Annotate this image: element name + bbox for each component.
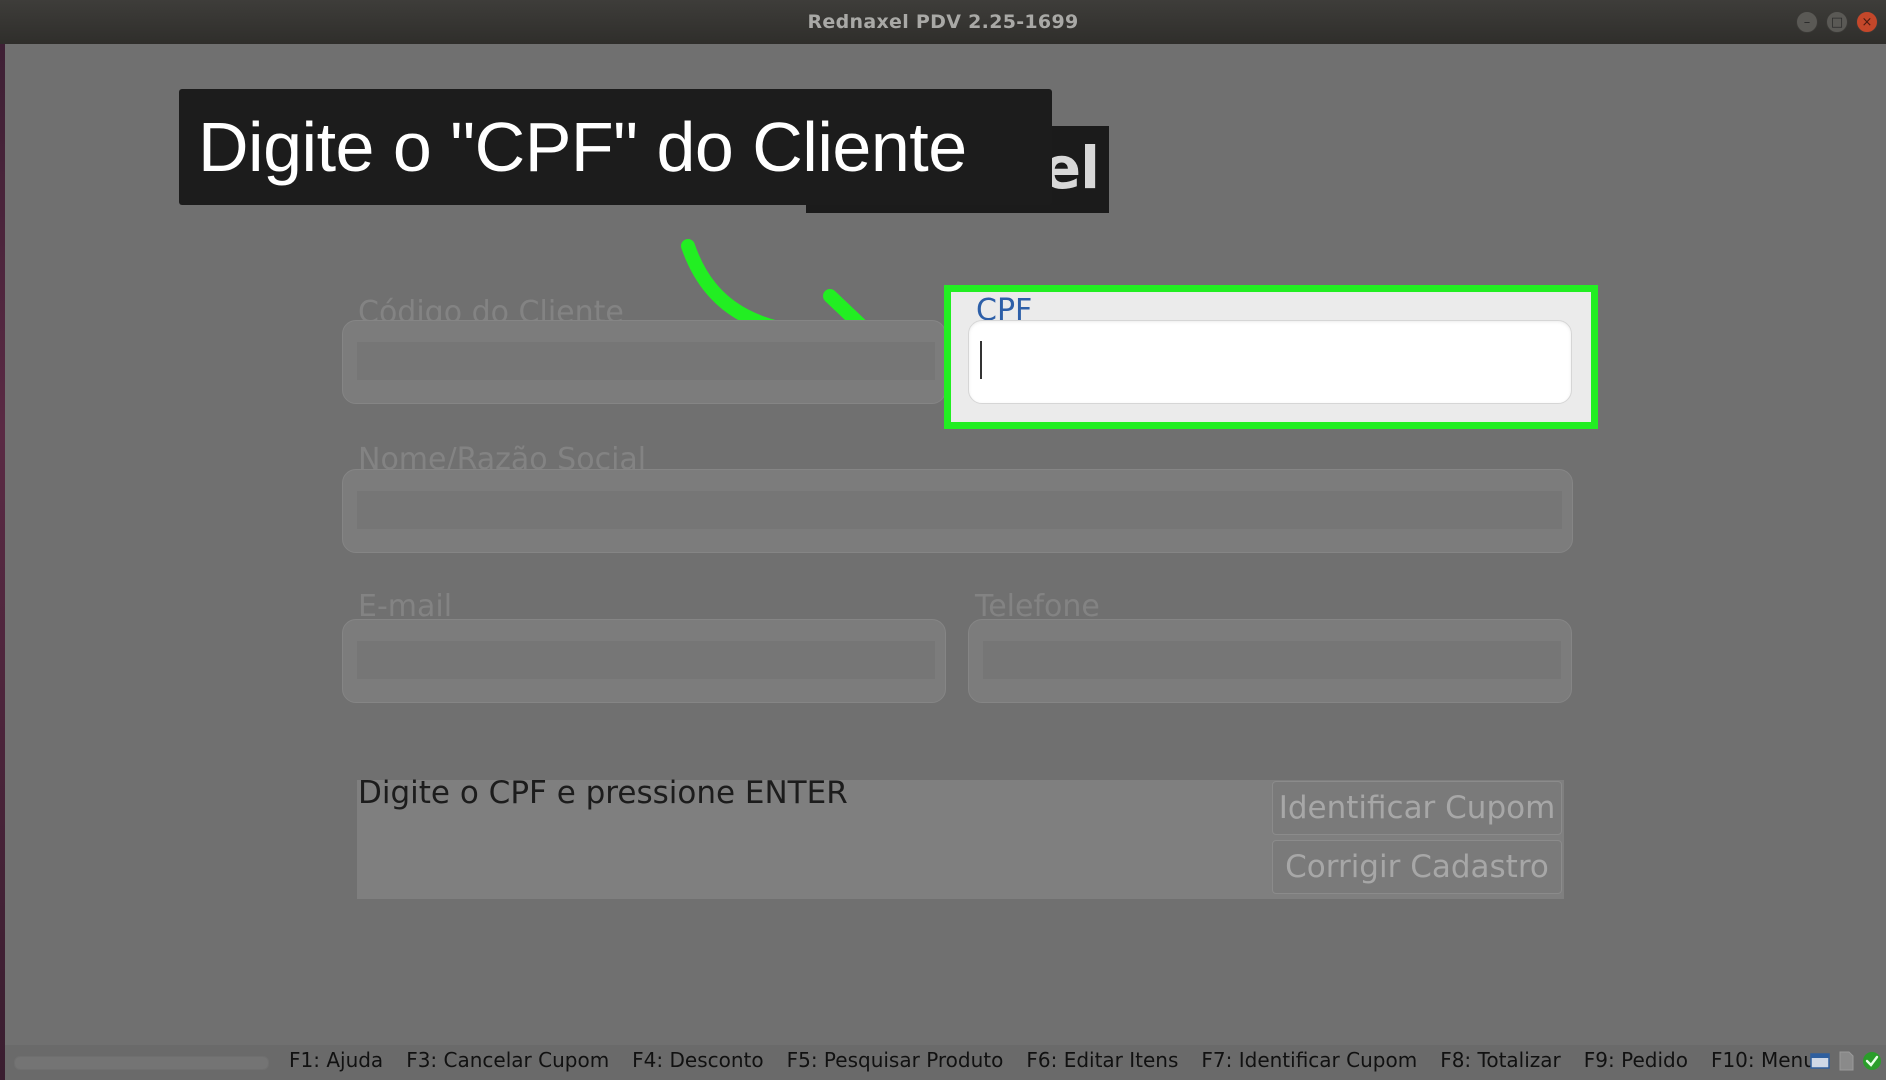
window-titlebar[interactable]: Rednaxel PDV 2.25-1699 – □ ×: [0, 0, 1886, 44]
shortcut-f10[interactable]: F10: Menu: [1711, 1048, 1816, 1072]
shortcut-f4[interactable]: F4: Desconto: [632, 1048, 763, 1072]
window-icon[interactable]: [1810, 1051, 1830, 1071]
maximize-button[interactable]: □: [1826, 11, 1848, 33]
cpf-field[interactable]: [968, 320, 1572, 404]
status-progress-bar: [14, 1056, 269, 1070]
instruction-message: Digite o CPF e pressione ENTER: [358, 775, 848, 811]
tutorial-callout-text: Digite o "CPF" do Cliente: [198, 108, 967, 186]
check-ok-icon[interactable]: [1862, 1051, 1882, 1071]
window-title: Rednaxel PDV 2.25-1699: [807, 11, 1079, 33]
nome-razao-social-field[interactable]: [342, 469, 1573, 553]
codigo-cliente-input[interactable]: [357, 342, 935, 380]
status-tray: [1810, 1051, 1882, 1071]
status-bar: F1: Ajuda F3: Cancelar Cupom F4: Descont…: [5, 1045, 1886, 1080]
window-controls: – □ ×: [1796, 11, 1878, 33]
text-cursor: [980, 341, 982, 379]
shortcut-f3[interactable]: F3: Cancelar Cupom: [406, 1048, 609, 1072]
page-icon[interactable]: [1836, 1051, 1856, 1071]
codigo-cliente-field[interactable]: [342, 320, 946, 404]
email-input[interactable]: [357, 641, 935, 679]
close-button[interactable]: ×: [1856, 11, 1878, 33]
telefone-field[interactable]: [968, 619, 1572, 703]
shortcut-f5[interactable]: F5: Pesquisar Produto: [787, 1048, 1004, 1072]
identificar-cupom-button[interactable]: Identificar Cupom: [1272, 781, 1562, 835]
corrigir-cadastro-button[interactable]: Corrigir Cadastro: [1272, 840, 1562, 894]
tutorial-callout: Digite o "CPF" do Cliente: [179, 89, 1052, 205]
email-field[interactable]: [342, 619, 946, 703]
shortcut-f7[interactable]: F7: Identificar Cupom: [1201, 1048, 1417, 1072]
shortcut-f9[interactable]: F9: Pedido: [1584, 1048, 1688, 1072]
nome-razao-social-input[interactable]: [357, 491, 1562, 529]
shortcut-f6[interactable]: F6: Editar Itens: [1026, 1048, 1178, 1072]
telefone-input[interactable]: [983, 641, 1561, 679]
shortcut-f1[interactable]: F1: Ajuda: [289, 1048, 383, 1072]
shortcut-keys: F1: Ajuda F3: Cancelar Cupom F4: Descont…: [289, 1048, 1839, 1072]
minimize-button[interactable]: –: [1796, 11, 1818, 33]
shortcut-f8[interactable]: F8: Totalizar: [1440, 1048, 1561, 1072]
cpf-input[interactable]: [969, 321, 1571, 403]
